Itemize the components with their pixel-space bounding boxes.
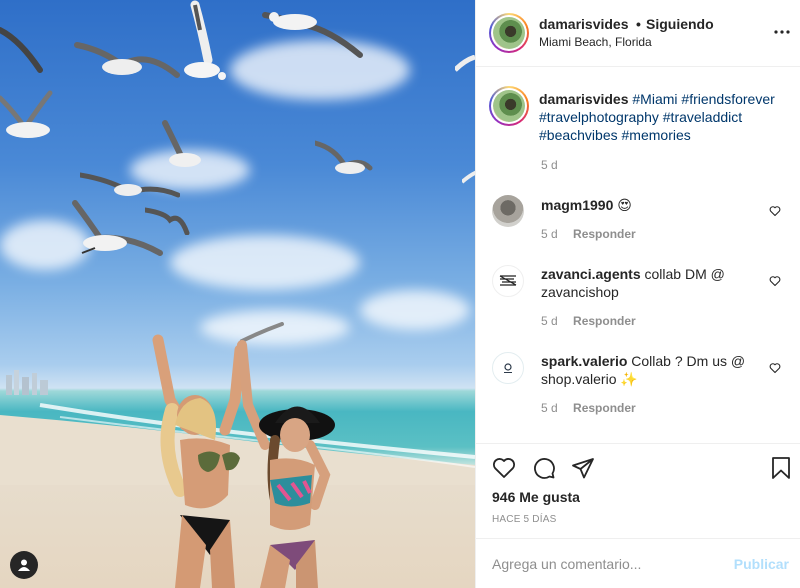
commenter-avatar[interactable] bbox=[492, 352, 524, 384]
commenter-username[interactable]: zavanci.agents bbox=[541, 266, 641, 282]
heart-icon[interactable] bbox=[769, 205, 781, 217]
comment-text: 😍 bbox=[617, 197, 632, 213]
post-caption: damarisvides #Miami #friendsforever #tra… bbox=[539, 90, 789, 144]
separator-dot: • bbox=[636, 16, 641, 32]
post-header: damarisvides • Siguiendo Miami Beach, Fl… bbox=[476, 0, 800, 67]
caption-timestamp: 5 d bbox=[541, 158, 558, 172]
seagull bbox=[74, 42, 180, 78]
commenter-username[interactable]: spark.valerio bbox=[541, 353, 627, 369]
author-avatar[interactable] bbox=[489, 13, 529, 53]
commenter-avatar[interactable] bbox=[492, 265, 524, 297]
hashtag-link[interactable]: #memories bbox=[622, 127, 691, 143]
cloud bbox=[360, 290, 470, 330]
reply-button[interactable]: Responder bbox=[573, 227, 636, 241]
comment-timestamp: 5 d bbox=[541, 314, 558, 328]
caption-username[interactable]: damarisvides bbox=[539, 91, 629, 107]
add-comment-bar: Publicar bbox=[476, 538, 800, 588]
post-details-panel: damarisvides • Siguiendo Miami Beach, Fl… bbox=[475, 0, 800, 588]
zavanci-logo-icon bbox=[499, 275, 517, 286]
reply-button[interactable]: Responder bbox=[573, 401, 636, 415]
tagged-users-button[interactable] bbox=[10, 551, 38, 579]
comment-timestamp: 5 d bbox=[541, 227, 558, 241]
post-photo[interactable] bbox=[0, 0, 475, 588]
reply-button[interactable]: Responder bbox=[573, 314, 636, 328]
seagull bbox=[0, 90, 53, 138]
like-heart-icon[interactable] bbox=[492, 456, 516, 480]
publish-button[interactable]: Publicar bbox=[734, 556, 789, 572]
commenter-avatar[interactable] bbox=[492, 195, 524, 227]
seagull bbox=[72, 200, 163, 256]
comment-bubble-icon[interactable] bbox=[532, 456, 556, 480]
seagull bbox=[315, 140, 373, 174]
hashtag-link[interactable]: #friendsforever bbox=[681, 91, 774, 107]
post-actions: 946 Me gusta HACE 5 DÍAS bbox=[476, 443, 800, 531]
user-icon bbox=[18, 559, 30, 571]
share-send-icon[interactable] bbox=[571, 456, 595, 480]
seagull bbox=[0, 27, 43, 73]
commenter-username[interactable]: magm1990 bbox=[541, 197, 613, 213]
heart-icon[interactable] bbox=[769, 362, 781, 374]
hashtag-link[interactable]: #Miami bbox=[632, 91, 677, 107]
hashtag-link[interactable]: #travelphotography bbox=[539, 109, 659, 125]
comment-timestamp: 5 d bbox=[541, 401, 558, 415]
follow-status-button[interactable]: Siguiendo bbox=[646, 16, 714, 32]
comment-input[interactable] bbox=[492, 553, 712, 575]
post-location[interactable]: Miami Beach, Florida bbox=[539, 35, 652, 49]
seagull bbox=[462, 170, 475, 184]
seagull bbox=[262, 12, 363, 58]
cloud bbox=[170, 235, 360, 290]
person-right bbox=[237, 340, 335, 588]
seagull bbox=[455, 55, 475, 72]
heart-icon[interactable] bbox=[769, 275, 781, 287]
hashtag-link[interactable]: #beachvibes bbox=[539, 127, 618, 143]
spark-logo-icon bbox=[504, 363, 512, 373]
post-age: HACE 5 DÍAS bbox=[492, 514, 557, 525]
hashtag-link[interactable]: #traveladdict bbox=[663, 109, 742, 125]
save-bookmark-icon[interactable] bbox=[770, 456, 792, 480]
more-options-icon[interactable] bbox=[774, 30, 790, 34]
skyline bbox=[6, 370, 48, 395]
likes-count[interactable]: 946 Me gusta bbox=[492, 489, 580, 505]
caption-avatar[interactable] bbox=[489, 86, 529, 126]
author-username[interactable]: damarisvides bbox=[539, 16, 629, 32]
seagull bbox=[162, 120, 201, 167]
